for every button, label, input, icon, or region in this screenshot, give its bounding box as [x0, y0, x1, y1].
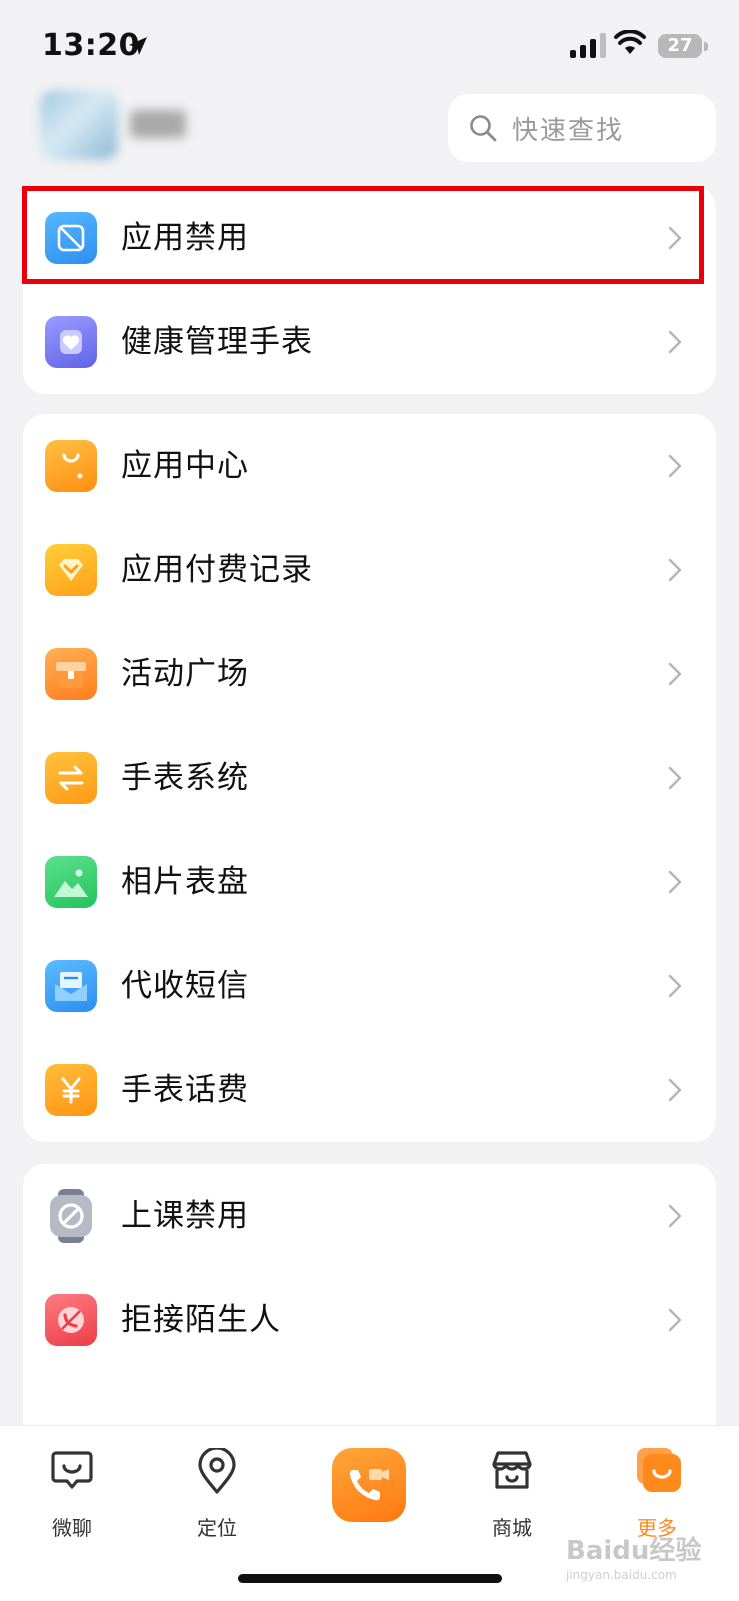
menu-item-label: 健康管理手表: [121, 324, 313, 360]
menu-item-label: 上课禁用: [121, 1198, 249, 1234]
menu-item-reject-strangers[interactable]: 拒接陌生人: [23, 1268, 716, 1372]
chevron-right-icon: [668, 1204, 682, 1228]
location-icon: [198, 1448, 236, 1494]
search-input[interactable]: 快速查找: [448, 94, 716, 162]
settings-card-2: 应用中心 应用付费记录 活动广场 手表系统 相片表盘 代收短信 手表话费: [23, 414, 716, 1142]
chevron-right-icon: [668, 1078, 682, 1102]
menu-item-label: 应用禁用: [121, 220, 249, 256]
menu-item-label: 手表系统: [121, 760, 249, 796]
menu-item-class-ban[interactable]: 上课禁用: [23, 1164, 716, 1268]
menu-item-app-center[interactable]: 应用中心: [23, 414, 716, 518]
menu-item-label: 手表话费: [121, 1072, 249, 1108]
tab-label: 定位: [197, 1516, 237, 1540]
avatar[interactable]: [40, 90, 118, 160]
chevron-right-icon: [668, 870, 682, 894]
settings-card-3: 上课禁用 拒接陌生人: [23, 1164, 716, 1426]
gift-icon: [45, 648, 97, 700]
home-indicator: [238, 1574, 502, 1583]
app-block-icon: [45, 212, 97, 264]
chevron-right-icon: [668, 226, 682, 250]
video-call-icon: [349, 1469, 389, 1501]
heart-watch-icon: [45, 316, 97, 368]
menu-item-photo-watchface[interactable]: 相片表盘: [23, 830, 716, 934]
photo-icon: [45, 856, 97, 908]
menu-item-label: 拒接陌生人: [121, 1302, 281, 1338]
more-icon: [637, 1448, 681, 1492]
yuan-icon: [45, 1064, 97, 1116]
battery-indicator: 27: [658, 34, 702, 58]
chevron-right-icon: [668, 558, 682, 582]
class-ban-icon: [45, 1189, 97, 1243]
swap-icon: [45, 752, 97, 804]
user-name-blurred[interactable]: [130, 110, 186, 138]
chevron-right-icon: [668, 1308, 682, 1332]
menu-item-label: 应用付费记录: [121, 552, 313, 588]
settings-card-1: 应用禁用 健康管理手表: [23, 186, 716, 394]
battery-tip: [704, 42, 708, 51]
menu-item-label: 活动广场: [121, 656, 249, 692]
shopping-bag-icon: [45, 440, 97, 492]
status-bar: 13:20 27: [0, 0, 739, 92]
chevron-right-icon: [668, 766, 682, 790]
reject-call-icon: [45, 1294, 97, 1346]
menu-item-label: 相片表盘: [121, 864, 249, 900]
mail-icon: [45, 960, 97, 1012]
chevron-right-icon: [668, 454, 682, 478]
tab-label: 商城: [492, 1516, 532, 1540]
watermark-url: jingyan.baidu.com: [566, 1568, 677, 1582]
tab-label: 微聊: [52, 1516, 92, 1540]
store-icon: [492, 1451, 532, 1489]
menu-item-health-watch[interactable]: 健康管理手表: [23, 290, 716, 394]
search-placeholder: 快速查找: [512, 115, 625, 146]
menu-item-label: 应用中心: [121, 448, 249, 484]
chevron-right-icon: [668, 974, 682, 998]
menu-item-watch-phone-bill[interactable]: 手表话费: [23, 1038, 716, 1142]
menu-item-payment-records[interactable]: 应用付费记录: [23, 518, 716, 622]
watermark-logo: Baidu经验: [566, 1536, 702, 1566]
menu-item-activity-square[interactable]: 活动广场: [23, 622, 716, 726]
menu-item-app-block[interactable]: 应用禁用: [23, 186, 716, 290]
cellular-signal-icon: [570, 32, 606, 58]
chevron-right-icon: [668, 330, 682, 354]
search-icon: [470, 115, 497, 142]
video-call-button[interactable]: [332, 1448, 406, 1522]
battery-level: 27: [667, 35, 693, 56]
diamond-icon: [45, 544, 97, 596]
chat-icon: [51, 1451, 93, 1489]
menu-item-proxy-sms[interactable]: 代收短信: [23, 934, 716, 1038]
chevron-right-icon: [668, 662, 682, 686]
wifi-icon: [614, 30, 646, 54]
menu-item-label: 代收短信: [121, 968, 249, 1004]
location-arrow-icon: [129, 37, 147, 55]
menu-item-watch-system[interactable]: 手表系统: [23, 726, 716, 830]
